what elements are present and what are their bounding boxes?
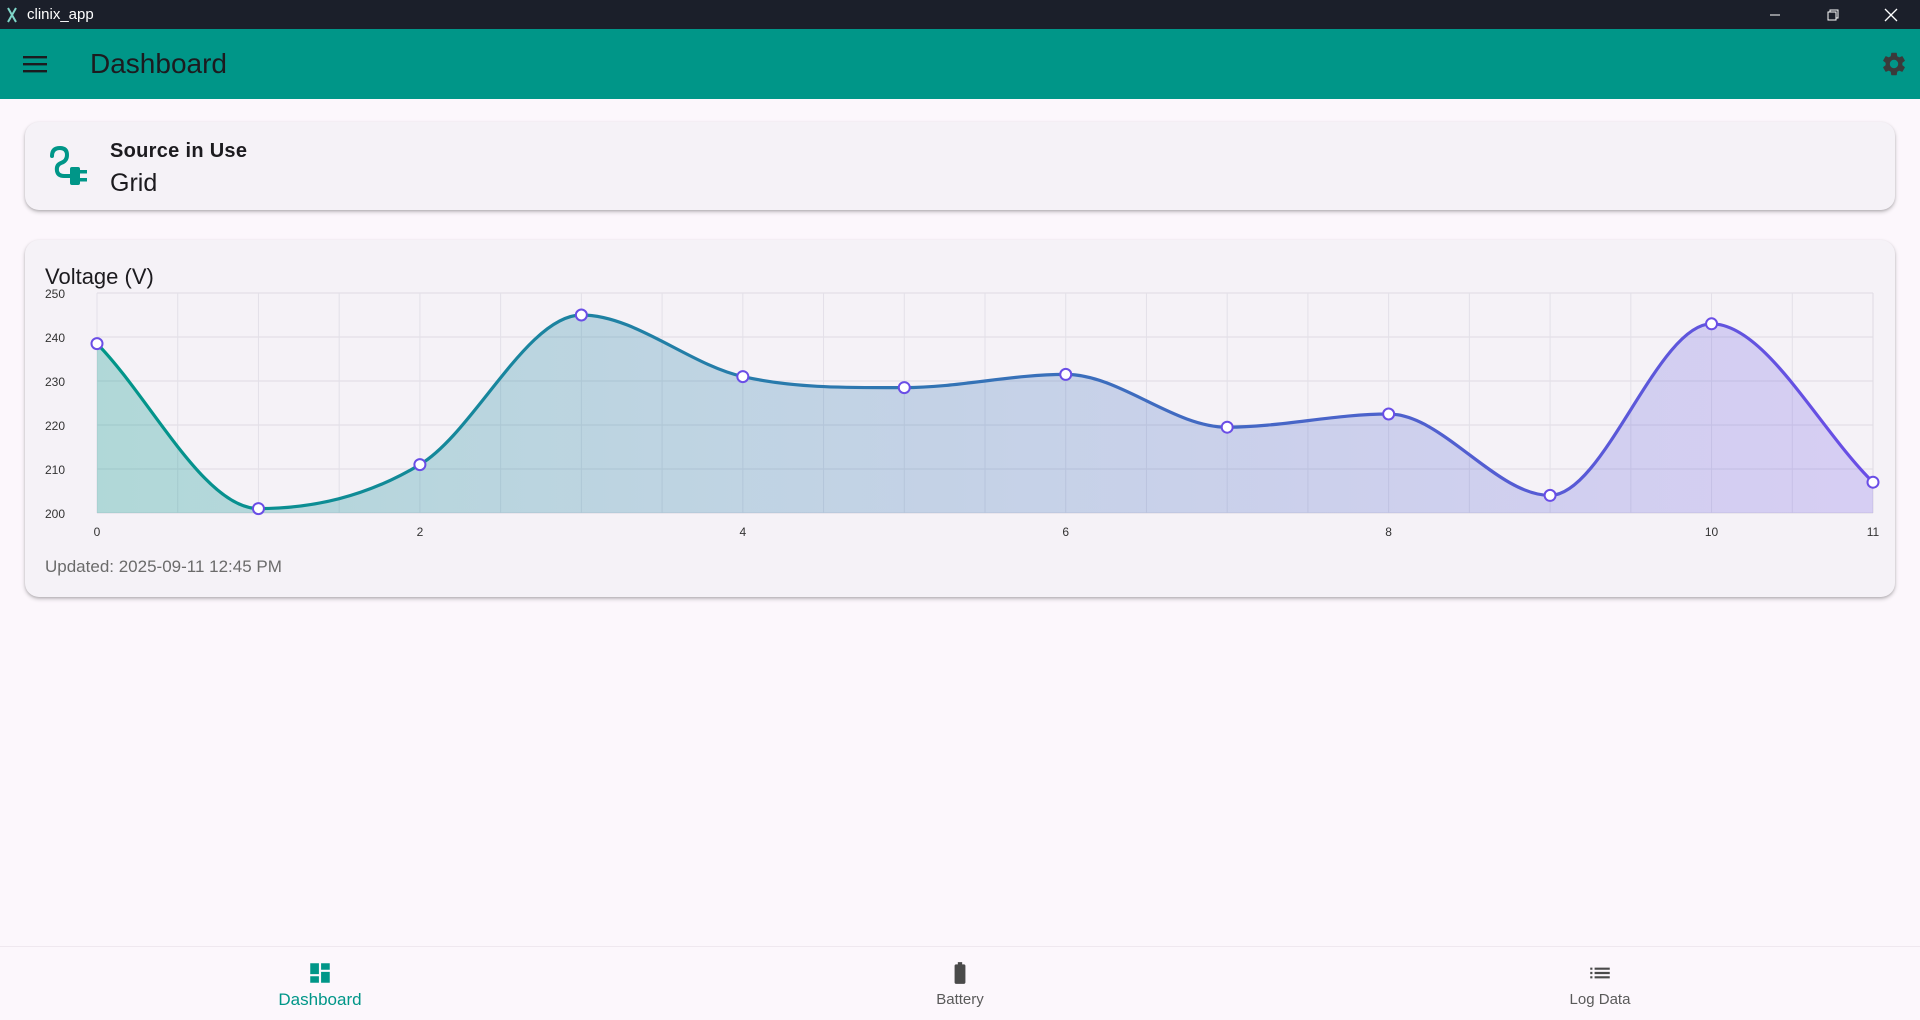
voltage-card: 250 240 230 220 210 200 0 2 4 6 8 10 11 Voltage (V) … xyxy=(25,240,1895,597)
power-plug-icon xyxy=(50,145,87,185)
chart-title: Voltage (V) xyxy=(45,264,154,289)
close-icon xyxy=(1884,8,1898,21)
window-titlebar: clinix_app xyxy=(0,0,1920,29)
y-tick-label: 240 xyxy=(45,331,65,345)
bottom-navigation: Dashboard Battery Log Data xyxy=(0,946,1920,1020)
data-point xyxy=(736,370,750,384)
source-label: Source in Use xyxy=(110,140,248,162)
app-bar: Dashboard xyxy=(0,29,1920,99)
data-point xyxy=(574,308,588,322)
restore-button[interactable] xyxy=(1804,0,1862,29)
data-point xyxy=(1866,475,1880,489)
window-title: clinix_app xyxy=(27,6,94,23)
battery-icon xyxy=(954,962,966,984)
x-tick-label: 6 xyxy=(1062,525,1069,539)
updated-timestamp: Updated: 2025-09-11 12:45 PM xyxy=(45,557,282,576)
data-point xyxy=(413,458,427,472)
data-point xyxy=(1059,367,1073,381)
x-tick-label: 8 xyxy=(1385,525,1392,539)
x-tick-label: 11 xyxy=(1867,525,1880,539)
gear-icon xyxy=(1883,52,1905,76)
data-point xyxy=(251,502,265,516)
close-button[interactable] xyxy=(1862,0,1920,29)
source-card: Source in Use Grid xyxy=(25,122,1895,210)
nav-label-battery: Battery xyxy=(936,991,984,1008)
nav-item-dashboard[interactable]: Dashboard xyxy=(0,947,640,1020)
window-controls xyxy=(1746,0,1920,29)
data-point xyxy=(90,337,104,351)
y-tick-label: 220 xyxy=(45,419,65,433)
list-icon xyxy=(1590,967,1610,979)
data-point xyxy=(1220,420,1234,434)
data-point xyxy=(1382,407,1396,421)
data-point xyxy=(897,381,911,395)
data-point xyxy=(1705,317,1719,331)
nav-label-dashboard: Dashboard xyxy=(278,990,362,1009)
source-value: Grid xyxy=(110,169,158,197)
x-tick-label: 10 xyxy=(1705,525,1719,539)
minimize-button[interactable] xyxy=(1746,0,1804,29)
nav-item-log-data[interactable]: Log Data xyxy=(1280,947,1920,1020)
nav-label-log-data: Log Data xyxy=(1569,991,1631,1008)
y-tick-label: 210 xyxy=(45,463,65,477)
x-tick-label: 4 xyxy=(739,525,746,539)
page-title: Dashboard xyxy=(90,48,227,79)
menu-icon xyxy=(23,56,47,73)
x-tick-label: 2 xyxy=(417,525,424,539)
nav-item-battery[interactable]: Battery xyxy=(640,947,1280,1020)
y-tick-label: 200 xyxy=(45,507,65,521)
minimize-icon xyxy=(1770,14,1780,15)
voltage-chart: 2502402302202102000 2 4 6 8 10 11 xyxy=(45,287,1880,539)
y-tick-label: 230 xyxy=(45,375,65,389)
x-tick-label: 0 xyxy=(94,525,101,539)
app-logo-icon xyxy=(7,7,17,22)
data-point xyxy=(1543,488,1557,502)
settings-button[interactable] xyxy=(1878,48,1910,80)
menu-button[interactable] xyxy=(18,47,52,81)
restore-icon xyxy=(1827,9,1839,20)
dashboard-icon xyxy=(310,963,330,983)
